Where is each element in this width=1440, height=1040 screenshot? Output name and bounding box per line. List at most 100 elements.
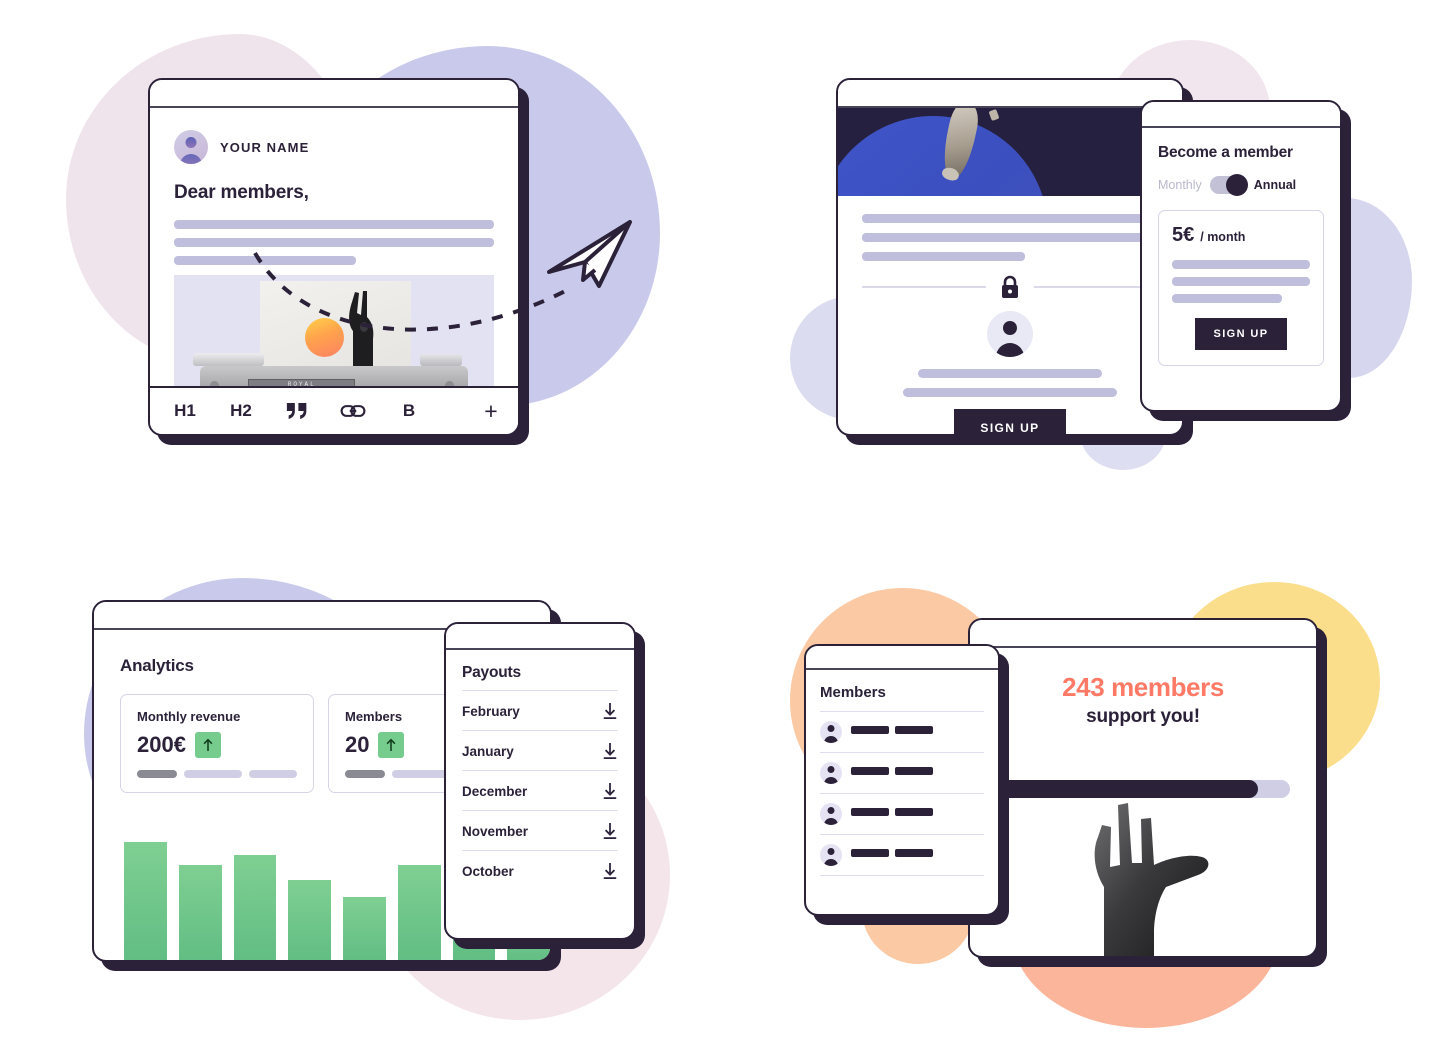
typewriter-brand-plate: ROYAL [247, 379, 356, 386]
arrow-up-icon [194, 732, 221, 758]
member-row[interactable] [820, 711, 984, 752]
download-icon[interactable] [602, 742, 618, 760]
membership-hero-image [838, 108, 1182, 196]
text-line [174, 256, 357, 265]
chart-bar [343, 897, 386, 960]
toggle-option-annual[interactable]: Annual [1254, 178, 1296, 192]
input-field-placeholder[interactable] [903, 388, 1117, 397]
chart-bar [288, 879, 331, 960]
payout-row[interactable]: October [462, 850, 618, 890]
newsletter-editor-window: YOUR NAME Dear members, ROYAL H1 H2 B + [148, 78, 520, 436]
user-avatar-icon [174, 130, 208, 164]
text-line [862, 214, 1158, 223]
editor-toolbar: H1 H2 B + [150, 386, 518, 434]
payouts-list: February January December November October [462, 690, 618, 890]
toolbar-add-button[interactable]: + [476, 394, 506, 428]
window-titlebar [1142, 102, 1340, 128]
window-titlebar [150, 80, 518, 108]
blue-planet-shape [838, 116, 1048, 196]
newsletter-content: YOUR NAME Dear members, ROYAL [150, 108, 518, 386]
toolbar-blockquote-button[interactable] [282, 394, 312, 428]
stat-value: 200€ [137, 732, 186, 757]
payouts-card: Payouts February January December November O… [444, 622, 636, 940]
stat-segment-bar [137, 770, 297, 778]
membership-card-body: Become a member Monthly Annual 5€ / mont… [1142, 128, 1340, 410]
payout-row[interactable]: January [462, 730, 618, 770]
text-line [862, 233, 1158, 242]
payout-month-label: December [462, 783, 528, 799]
paper-plane-icon [547, 220, 632, 288]
rock-on-hand-photo [1094, 803, 1209, 956]
member-name-placeholder [851, 848, 984, 862]
toggle-switch[interactable] [1209, 174, 1248, 196]
chart-bar [124, 841, 167, 960]
author-row: YOUR NAME [174, 130, 494, 164]
members-list-card: Members [804, 644, 1000, 916]
download-icon[interactable] [602, 822, 618, 840]
members-rows [820, 711, 984, 875]
typewriter-body: ROYAL [199, 366, 469, 386]
window-titlebar [806, 646, 998, 670]
stat-value-row: 200€ [137, 732, 297, 758]
typewriter-carriage-right [420, 354, 462, 366]
window-titlebar [970, 620, 1316, 648]
member-row[interactable] [820, 793, 984, 834]
stat-card-monthly-revenue: Monthly revenue 200€ [120, 694, 314, 793]
window-titlebar [838, 80, 1182, 108]
payout-month-label: November [462, 823, 529, 839]
blockquote-icon [286, 403, 306, 419]
feature-line [1172, 260, 1310, 269]
price-amount: 5€ [1172, 224, 1195, 246]
newsletter-body-placeholder [174, 220, 494, 265]
members-title: Members [820, 684, 886, 701]
toggle-knob [1225, 174, 1248, 196]
payout-month-label: January [462, 743, 514, 759]
member-count-subheadline: support you! [1086, 706, 1200, 727]
feature-line [1172, 277, 1310, 286]
payout-row[interactable]: December [462, 770, 618, 810]
price-row: 5€ / month [1172, 224, 1310, 247]
window-titlebar [446, 624, 634, 650]
download-icon[interactable] [602, 702, 618, 720]
lock-icon [1002, 275, 1018, 298]
locked-content-divider [862, 275, 1158, 299]
typewriter-carriage-left [193, 353, 264, 366]
member-avatar-icon [820, 762, 842, 784]
billing-period-toggle[interactable]: Monthly Annual [1158, 174, 1324, 196]
membership-content: SIGN UP [838, 196, 1182, 434]
supporters-window: 243 members support you! [968, 618, 1318, 958]
member-row[interactable] [820, 834, 984, 875]
input-field-placeholder[interactable] [918, 369, 1102, 378]
price-period: / month [1200, 230, 1246, 244]
signup-button[interactable]: SIGN UP [954, 409, 1066, 434]
toolbar-h1-button[interactable]: H1 [170, 394, 200, 428]
member-avatar-icon [820, 803, 842, 825]
payouts-body: Payouts February January December November O… [446, 650, 634, 938]
toolbar-h2-button[interactable]: H2 [226, 394, 256, 428]
link-icon [340, 405, 366, 417]
stat-label: Monthly revenue [137, 709, 241, 724]
payout-row[interactable]: February [462, 690, 618, 730]
membership-page-body: SIGN UP [838, 108, 1182, 434]
download-icon[interactable] [602, 862, 618, 880]
payout-month-label: February [462, 703, 520, 719]
peace-hand-photo [348, 291, 373, 371]
user-avatar-icon [987, 311, 1033, 357]
supporters-body: 243 members support you! [970, 648, 1316, 956]
become-a-member-card: Become a member Monthly Annual 5€ / mont… [1140, 100, 1342, 412]
member-avatar-icon [820, 721, 842, 743]
member-avatar-icon [820, 844, 842, 866]
payout-row[interactable]: November [462, 810, 618, 850]
card-signup-button[interactable]: SIGN UP [1195, 318, 1287, 350]
price-box: 5€ / month SIGN UP [1158, 210, 1324, 366]
toggle-option-monthly[interactable]: Monthly [1158, 178, 1202, 192]
member-row[interactable] [820, 752, 984, 793]
text-line [174, 238, 494, 247]
author-name: YOUR NAME [220, 139, 310, 155]
membership-page-window: SIGN UP [836, 78, 1184, 436]
toolbar-link-button[interactable] [338, 394, 368, 428]
chart-bar [397, 865, 441, 960]
stat-value: 20 [345, 732, 370, 757]
download-icon[interactable] [602, 782, 618, 800]
toolbar-bold-button[interactable]: B [394, 394, 424, 428]
